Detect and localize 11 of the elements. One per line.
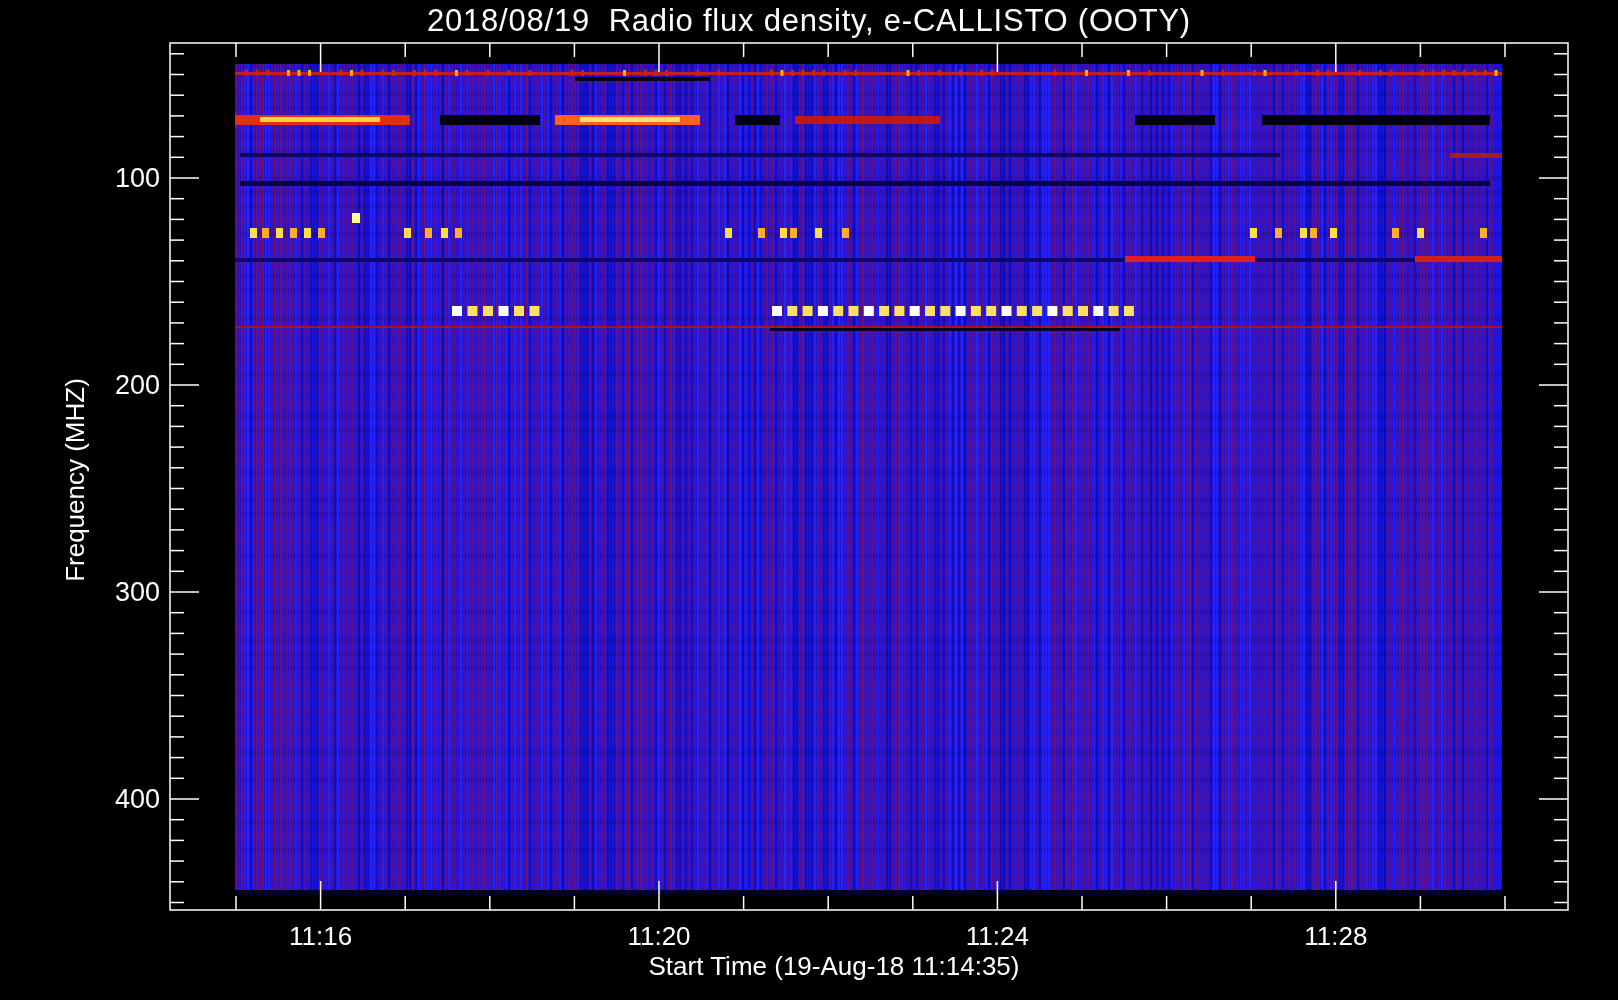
x-tick-label: 11:16	[288, 921, 354, 951]
chart-title: 2018/08/19 Radio flux density, e-CALLISTO (OOTY)	[427, 2, 1191, 40]
y-tick-label: 300	[114, 577, 160, 607]
x-axis-label: Start Time (19-Aug-18 11:14:35)	[648, 950, 1020, 982]
x-tick-label: 11:20	[626, 921, 692, 951]
y-tick-label: 100	[114, 163, 160, 193]
y-tick-label: 200	[114, 370, 160, 400]
y-axis-label: Frequency (MHZ)	[59, 378, 91, 582]
y-tick-label: 400	[114, 784, 160, 814]
x-tick-label: 11:24	[964, 921, 1030, 951]
x-tick-label: 11:28	[1303, 921, 1369, 951]
